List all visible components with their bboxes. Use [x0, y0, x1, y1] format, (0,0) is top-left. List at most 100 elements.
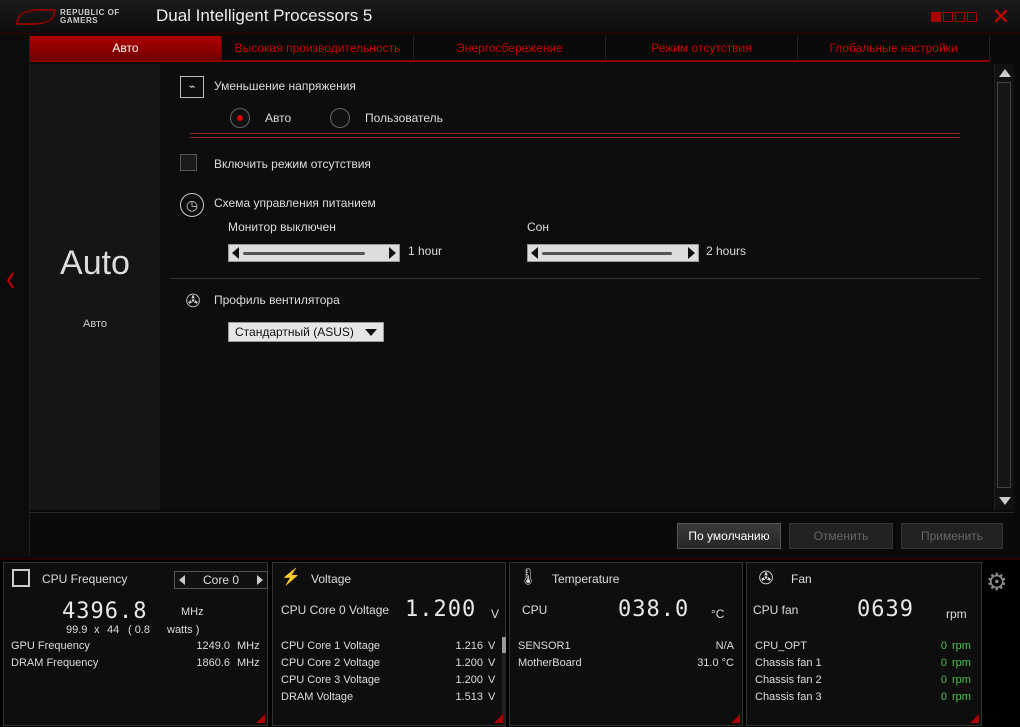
- core-prev-icon[interactable]: [179, 575, 185, 585]
- scroll-up-icon[interactable]: [999, 69, 1011, 77]
- radio-auto[interactable]: [230, 108, 250, 128]
- mode-small-label: Авто: [83, 318, 107, 330]
- scrollbar[interactable]: [994, 64, 1014, 510]
- cancel-button[interactable]: Отменить: [789, 523, 893, 549]
- default-button[interactable]: По умолчанию: [677, 523, 781, 549]
- cpu-fan-unit: rpm: [946, 607, 967, 621]
- fan-profile-value: Стандартный (ASUS): [235, 325, 354, 339]
- back-arrow-icon[interactable]: ‹: [6, 256, 15, 301]
- sensor1-value: N/A: [715, 640, 734, 652]
- chassis-fan2-label: Chassis fan 2: [755, 674, 822, 686]
- mode-big-label: Auto: [60, 244, 130, 282]
- cpu-core0-voltage-value: 1.200: [405, 597, 477, 622]
- dram-frequency-value: 1860.6: [196, 657, 230, 669]
- monitor-off-slider[interactable]: [228, 244, 400, 262]
- chassis-fan1-value: 0: [940, 657, 947, 669]
- scroll-down-icon[interactable]: [999, 497, 1011, 505]
- power-title: Схема управления питанием: [214, 196, 376, 210]
- cpu-core0-voltage-unit: V: [491, 607, 500, 621]
- chassis-fan2-value: 0: [940, 674, 947, 686]
- mini-mode-button[interactable]: [930, 9, 978, 25]
- cpu-detail-2: 44: [107, 624, 120, 636]
- cpu-core1-voltage-unit: V: [488, 640, 496, 652]
- dram-voltage-label: DRAM Voltage: [281, 691, 354, 703]
- cpu-core0-voltage-label: CPU Core 0 Voltage: [281, 603, 390, 617]
- gpu-frequency-label: GPU Frequency: [11, 640, 90, 652]
- temperature-panel-title: Temperature: [552, 572, 620, 586]
- cpu-detail-1: 99.9: [66, 624, 88, 636]
- chassis-fan1-unit: rpm: [952, 657, 971, 669]
- voltage-panel-title: Voltage: [311, 572, 352, 586]
- core-next-icon[interactable]: [257, 575, 263, 585]
- slider-track: [243, 252, 365, 255]
- monitor-bar: CPU Frequency Core 0 4396.8 MHz 99.9 x 4…: [0, 558, 1020, 727]
- cpu-core3-voltage-label: CPU Core 3 Voltage: [281, 674, 381, 686]
- mode-panel: Auto Авто: [30, 64, 160, 510]
- fan-profile-select[interactable]: Стандартный (ASUS): [228, 322, 384, 342]
- gpu-frequency-value: 1249.0: [196, 640, 230, 652]
- chassis-fan3-unit: rpm: [952, 691, 971, 703]
- slider-left-icon[interactable]: [531, 247, 538, 259]
- slider-right-icon[interactable]: [688, 247, 695, 259]
- button-bar: По умолчанию Отменить Применить: [30, 512, 1014, 556]
- app-title: Dual Intelligent Processors 5: [156, 6, 373, 25]
- radio-user-label: Пользователь: [365, 111, 443, 125]
- divider: [190, 137, 960, 138]
- sensor1-label: SENSOR1: [518, 640, 571, 652]
- cpu-detail-3: ( 0.8: [128, 624, 151, 636]
- fan-icon: ✇: [758, 568, 774, 588]
- cpu-opt-unit: rpm: [952, 640, 971, 652]
- cpu-frequency-unit: MHz: [181, 606, 204, 618]
- motherboard-temp-label: MotherBoard: [518, 657, 582, 669]
- chassis-fan1-label: Chassis fan 1: [755, 657, 822, 669]
- tab-underline: [30, 60, 990, 62]
- cpu-temp-unit: °C: [711, 607, 725, 621]
- rog-logo: REPUBLIC OF GAMERS: [15, 7, 128, 27]
- clock-icon: ◷: [180, 193, 204, 217]
- voltage-scroll-thumb[interactable]: [502, 637, 506, 653]
- scroll-thumb[interactable]: [997, 82, 1011, 488]
- radio-user[interactable]: [330, 108, 350, 128]
- cpu-detail-watts: watts ): [167, 624, 200, 636]
- gear-icon[interactable]: ⚙: [986, 568, 1008, 597]
- cpu-core2-voltage-value: 1.200: [455, 657, 483, 669]
- logo-text-2: GAMERS: [60, 16, 99, 25]
- cpu-fan-label: CPU fan: [753, 603, 799, 617]
- cpu-opt-label: CPU_OPT: [755, 640, 807, 652]
- gpu-frequency-unit: MHz: [237, 640, 260, 652]
- cpu-frequency-panel: CPU Frequency Core 0 4396.8 MHz 99.9 x 4…: [3, 562, 268, 726]
- away-mode-label: Включить режим отсутствия: [214, 157, 371, 171]
- tab-away-mode[interactable]: Режим отсутствия: [606, 36, 798, 60]
- tab-auto[interactable]: Авто: [30, 36, 222, 60]
- cpu-core3-voltage-unit: V: [488, 674, 496, 686]
- cpu-panel-title: CPU Frequency: [42, 572, 128, 586]
- dram-voltage-value: 1.513: [455, 691, 483, 703]
- tab-global-settings[interactable]: Глобальные настройки: [798, 36, 990, 60]
- cpu-temp-label: CPU: [522, 603, 548, 617]
- slider-right-icon[interactable]: [389, 247, 396, 259]
- dram-voltage-unit: V: [488, 691, 496, 703]
- away-mode-checkbox[interactable]: [180, 154, 197, 171]
- core-selector[interactable]: Core 0: [174, 571, 268, 589]
- tab-high-performance[interactable]: Высокая производительность: [222, 36, 414, 60]
- slider-left-icon[interactable]: [232, 247, 239, 259]
- fan-profile-title: Профиль вентилятора: [214, 293, 340, 307]
- rog-eye-icon: [15, 9, 57, 25]
- lightning-icon: ⚡: [281, 569, 301, 586]
- cpu-fan-value: 0639: [857, 597, 914, 622]
- temperature-panel: 🌡 Temperature CPU 038.0 °C SENSOR1 N/A M…: [509, 562, 743, 726]
- apply-button[interactable]: Применить: [901, 523, 1003, 549]
- close-button[interactable]: ✕: [990, 4, 1012, 30]
- sleep-value: 2 hours: [706, 244, 747, 258]
- fan-panel-title: Fan: [791, 572, 812, 586]
- cpu-core3-voltage-value: 1.200: [455, 674, 483, 686]
- expand-corner-icon[interactable]: [494, 714, 503, 723]
- sleep-slider[interactable]: [527, 244, 699, 262]
- expand-corner-icon[interactable]: [970, 714, 979, 723]
- chassis-fan3-value: 0: [940, 691, 947, 703]
- voltage-panel: ⚡ Voltage CPU Core 0 Voltage 1.200 V CPU…: [272, 562, 506, 727]
- slider-track: [542, 252, 672, 255]
- expand-corner-icon[interactable]: [256, 714, 265, 723]
- tab-power-saving[interactable]: Энергосбережение: [414, 36, 606, 60]
- expand-corner-icon[interactable]: [731, 714, 740, 723]
